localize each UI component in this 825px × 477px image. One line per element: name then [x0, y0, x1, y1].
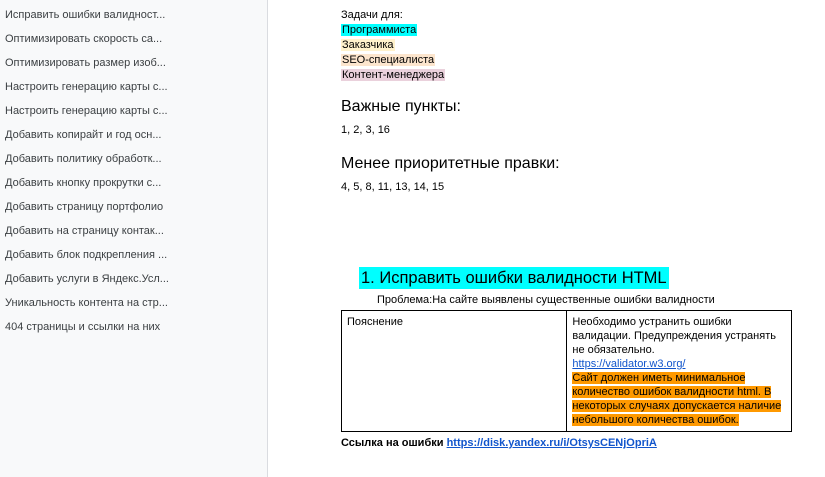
role-content-manager: Контент-менеджера: [341, 69, 446, 81]
outline-item[interactable]: Добавить кнопку прокрутки с...: [0, 173, 170, 197]
outline-item[interactable]: Добавить политику обработк...: [0, 149, 170, 173]
less-priority-heading: Менее приоритетные правки:: [341, 155, 560, 172]
section-1-heading: 1. Исправить ошибки валидности HTML: [359, 267, 669, 289]
outline-item[interactable]: Настроить генерацию карты с...: [0, 77, 170, 101]
errors-label: Ссылка на ошибки: [341, 437, 444, 449]
orange-note: Сайт должен иметь минимальное количество…: [572, 372, 782, 426]
less-priority-items: 4, 5, 8, 11, 13, 14, 15: [341, 181, 445, 193]
outline-item[interactable]: Оптимизировать размер изоб...: [0, 53, 170, 77]
important-heading: Важные пункты:: [341, 98, 461, 115]
outline-item[interactable]: Добавить страницу портфолио: [0, 197, 170, 221]
explanation-table: Пояснение Необходимо устранить ошибки ва…: [340, 310, 792, 432]
table-cell-label: Пояснение: [340, 310, 568, 432]
validator-link[interactable]: https://validator.w3.org/: [572, 358, 685, 370]
outline-item[interactable]: Уникальность контента на стр...: [0, 293, 170, 317]
problem-statement: Проблема:На сайте выявлены существенные …: [377, 294, 715, 306]
document-outline-pane: Исправить ошибки валидност... Оптимизиро…: [0, 0, 268, 477]
outline-item[interactable]: Добавить копирайт и год осн...: [0, 125, 170, 149]
outline-item[interactable]: Добавить на страницу контак...: [0, 221, 170, 245]
outline-item[interactable]: Исправить ошибки валидност...: [0, 5, 170, 29]
important-items: 1, 2, 3, 16: [341, 124, 390, 136]
tasks-for-label: Задачи для:: [341, 9, 403, 21]
document-canvas[interactable]: Задачи для: Программиста Заказчика SEO-с…: [269, 0, 825, 477]
outline-item[interactable]: 404 страницы и ссылки на них: [0, 317, 170, 341]
errors-line: Ссылка на ошибки https://disk.yandex.ru/…: [341, 436, 801, 451]
role-seo: SEO-специалиста: [341, 54, 436, 66]
document-body[interactable]: Задачи для: Программиста Заказчика SEO-с…: [340, 8, 801, 451]
role-client: Заказчика: [341, 39, 395, 51]
table-cell-content: Необходимо устранить ошибки валидации. П…: [566, 310, 792, 432]
outline-item[interactable]: Настроить генерацию карты с...: [0, 101, 170, 125]
outline-item[interactable]: Добавить услуги в Яндекс.Усл...: [0, 269, 170, 293]
outline-item[interactable]: Оптимизировать скорость са...: [0, 29, 170, 53]
role-programmer: Программиста: [341, 24, 418, 36]
errors-link[interactable]: https://disk.yandex.ru/i/OtsysCENjOpriA: [447, 437, 657, 449]
outline-item[interactable]: Добавить блок подкрепления ...: [0, 245, 170, 269]
table-cell-text: Необходимо устранить ошибки валидации. П…: [572, 316, 776, 356]
docs-window: Исправить ошибки валидност... Оптимизиро…: [0, 0, 825, 477]
